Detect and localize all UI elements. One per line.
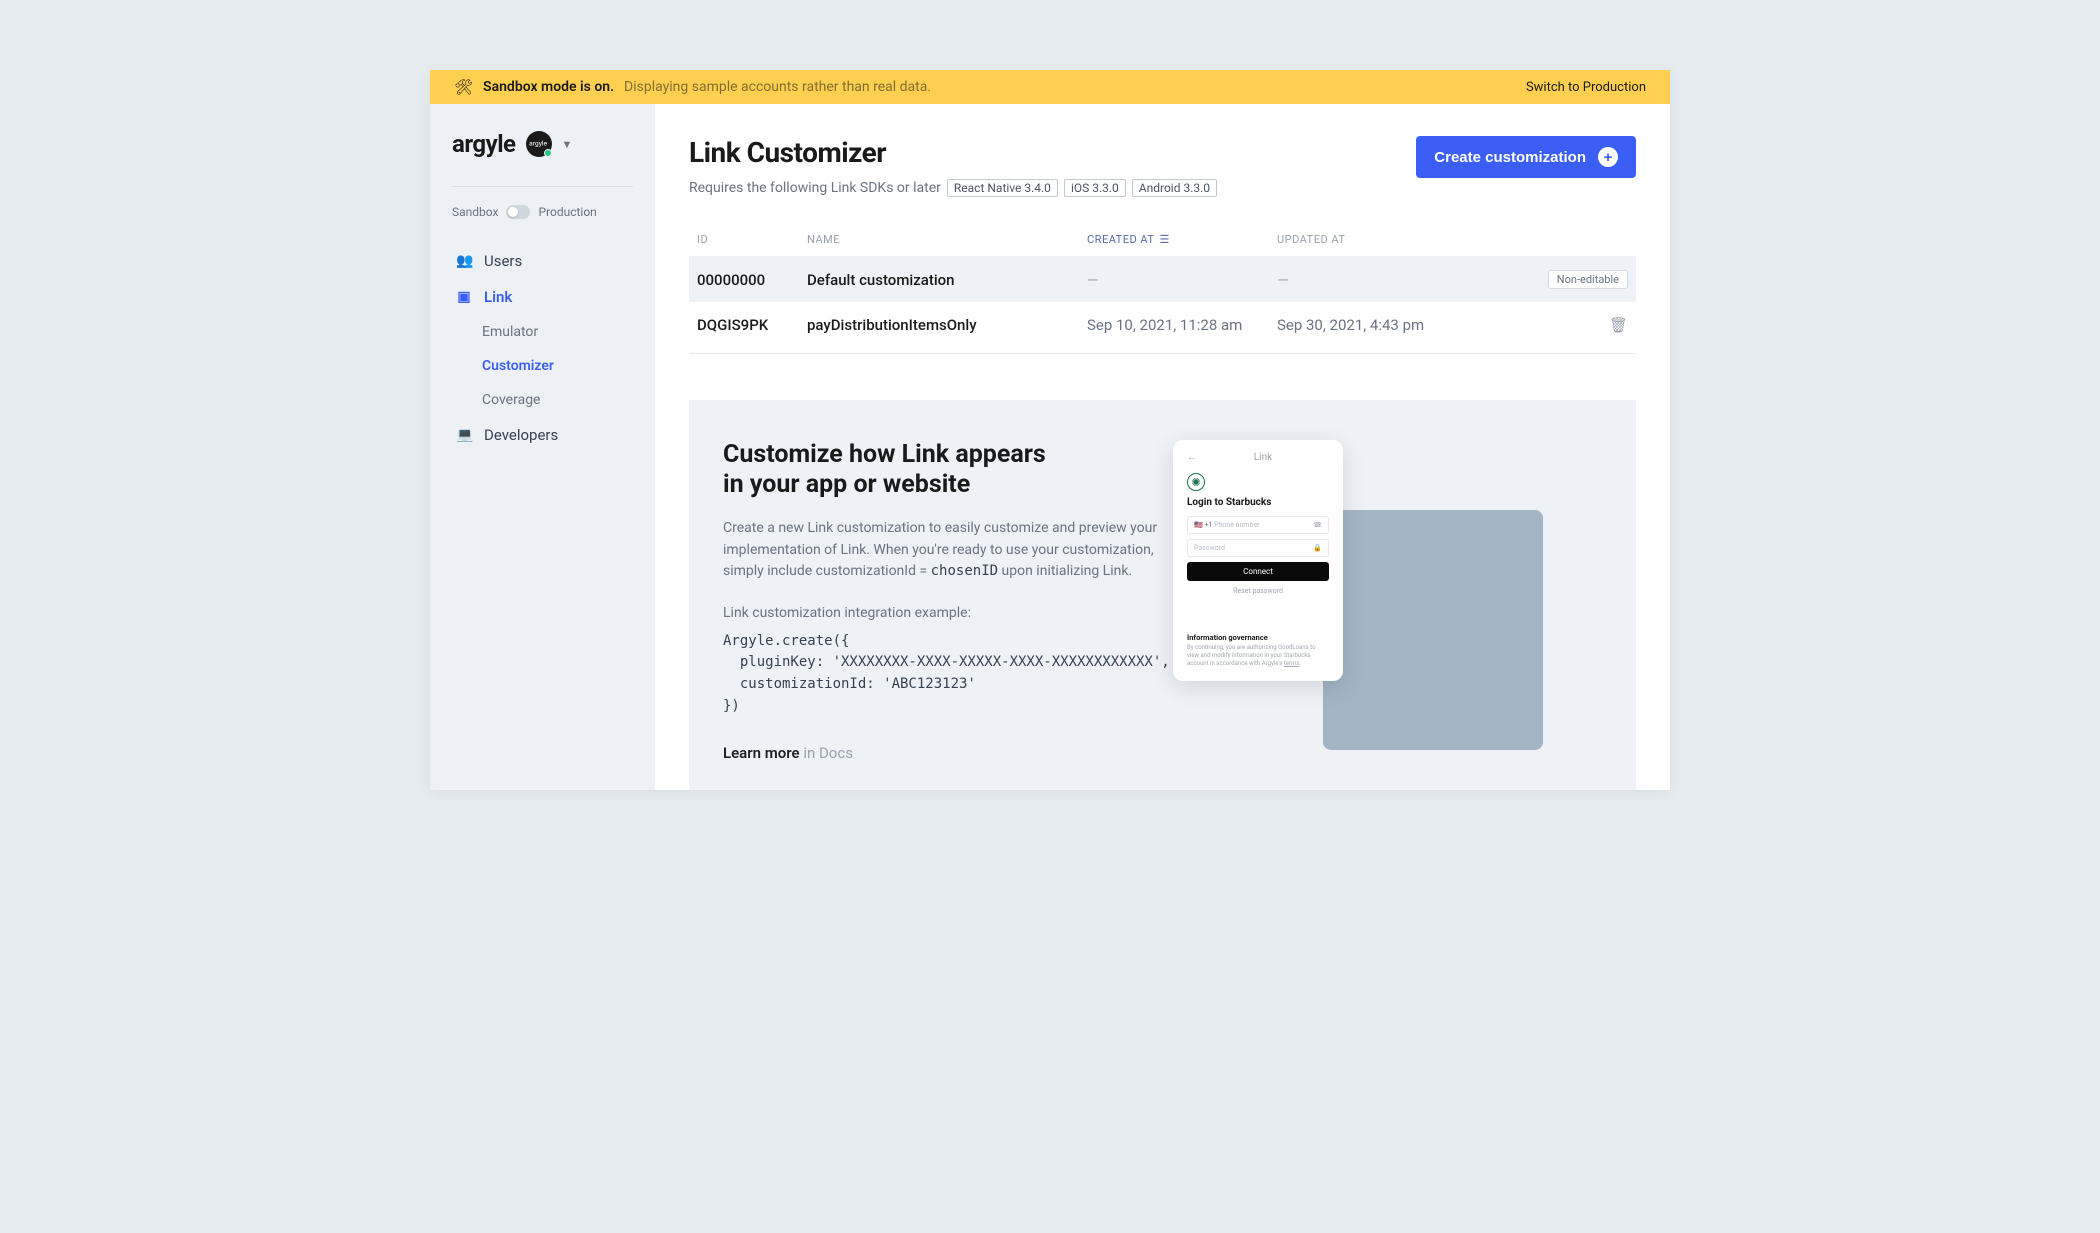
code-example: Argyle.create({ pluginKey: 'XXXXXXXX-XXX…	[723, 631, 1193, 718]
col-id: ID	[697, 233, 807, 246]
sidebar-nav: 👥 Users ▣ Link Emulator Customizer Cover…	[452, 243, 633, 453]
main-content: Link Customizer Requires the following L…	[655, 104, 1670, 790]
sidebar: argyle argyle ▼ Sandbox Production 👥 Use…	[430, 104, 655, 790]
sandbox-desc: Displaying sample accounts rather than r…	[624, 79, 931, 95]
lock-icon: 🔒	[1313, 544, 1322, 552]
developers-icon: 💻	[456, 427, 472, 443]
nav-developers[interactable]: 💻 Developers	[452, 417, 633, 453]
nav-coverage[interactable]: Coverage	[452, 383, 633, 417]
sdk-pill: iOS 3.3.0	[1064, 179, 1126, 197]
chevron-down-icon[interactable]: ▼	[562, 138, 573, 151]
starbucks-logo-icon: ✺	[1187, 473, 1205, 491]
phone-field: 🇺🇸 +1 Phone number ☎	[1187, 516, 1329, 534]
page-title: Link Customizer	[689, 136, 1217, 169]
example-label: Link customization integration example:	[723, 603, 1193, 625]
explainer-heading: Customize how Link appears in your app o…	[723, 440, 1193, 500]
reset-password-text: Reset password	[1187, 587, 1329, 595]
link-icon: ▣	[456, 289, 472, 305]
learn-more-row: Learn more in Docs	[723, 744, 1193, 790]
tools-icon: 🛠	[454, 78, 473, 96]
sdk-pill: Android 3.3.0	[1132, 179, 1217, 197]
customizations-table: ID NAME CREATED AT ☰ UPDATED AT 00000000…	[689, 233, 1636, 354]
brand-logo: argyle	[452, 130, 516, 158]
connect-button: Connect	[1187, 562, 1329, 581]
sdk-pill: React Native 3.4.0	[947, 179, 1058, 197]
col-created-at[interactable]: CREATED AT ☰	[1087, 233, 1277, 246]
env-production-label: Production	[538, 205, 596, 219]
sandbox-banner: 🛠 Sandbox mode is on. Displaying sample …	[430, 70, 1670, 104]
env-toggle-row: Sandbox Production	[452, 186, 633, 219]
phone-icon: ☎	[1313, 521, 1322, 529]
trash-icon[interactable]: 🗑	[1609, 316, 1628, 334]
info-title: Information governance	[1187, 633, 1329, 642]
sort-icon: ☰	[1159, 233, 1169, 246]
learn-more-link[interactable]: Learn more	[723, 744, 800, 762]
non-editable-badge: Non-editable	[1548, 270, 1628, 289]
nav-link[interactable]: ▣ Link	[452, 279, 633, 315]
plus-icon: +	[1598, 147, 1618, 167]
create-customization-button[interactable]: Create customization +	[1416, 136, 1636, 178]
preview-col: ← Link ✺ Login to Starbucks 🇺🇸 +1 Phone …	[1223, 440, 1523, 790]
explainer-body: Create a new Link customization to easil…	[723, 518, 1193, 583]
back-icon: ←	[1187, 452, 1197, 463]
login-title: Login to Starbucks	[1187, 497, 1329, 508]
nav-customizer[interactable]: Customizer	[452, 349, 633, 383]
switch-to-production-link[interactable]: Switch to Production	[1526, 80, 1646, 95]
nav-emulator[interactable]: Emulator	[452, 315, 633, 349]
explainer-panel: Customize how Link appears in your app o…	[689, 400, 1636, 790]
sandbox-bold: Sandbox mode is on.	[483, 79, 614, 95]
sdk-subline: Requires the following Link SDKs or late…	[689, 179, 1217, 197]
table-row[interactable]: DQGIS9PK payDistributionItemsOnly Sep 10…	[689, 302, 1636, 347]
table-row[interactable]: 00000000 Default customization — — Non-e…	[689, 256, 1636, 302]
app-frame: 🛠 Sandbox mode is on. Displaying sample …	[430, 70, 1670, 790]
password-field: Password 🔒	[1187, 539, 1329, 557]
info-body: By continuing, you are authorizing GoodL…	[1187, 644, 1329, 667]
phone-preview: ← Link ✺ Login to Starbucks 🇺🇸 +1 Phone …	[1173, 440, 1343, 681]
nav-users[interactable]: 👥 Users	[452, 243, 633, 279]
users-icon: 👥	[456, 253, 472, 269]
preview-bg-block	[1323, 510, 1543, 750]
env-sandbox-label: Sandbox	[452, 205, 498, 219]
org-avatar[interactable]: argyle	[526, 131, 552, 157]
col-name: NAME	[807, 233, 1087, 246]
env-toggle[interactable]	[506, 205, 530, 219]
col-updated-at: UPDATED AT	[1277, 233, 1497, 246]
